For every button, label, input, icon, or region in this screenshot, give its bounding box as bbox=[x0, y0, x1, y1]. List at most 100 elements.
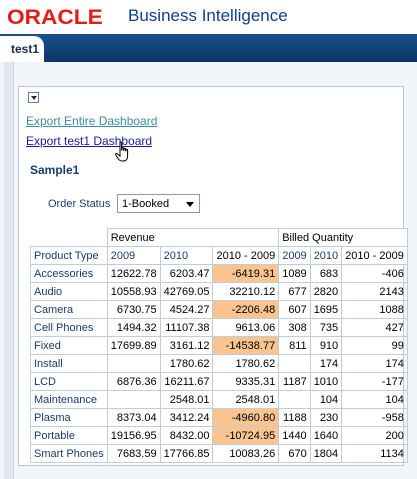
app-header: ORACLE Business Intelligence bbox=[0, 0, 417, 34]
app-title: Business Intelligence bbox=[128, 6, 288, 25]
revenue-cell: 2548.01 bbox=[212, 390, 280, 409]
column-header-row: Product Type 2009 2010 2010 - 2009 2009 … bbox=[30, 246, 408, 265]
revenue-cell: 19156.95 bbox=[106, 426, 161, 445]
revenue-cell: 1494.32 bbox=[106, 318, 161, 337]
revenue-cell: 11107.38 bbox=[159, 318, 214, 337]
quantity-cell: 200 bbox=[341, 426, 408, 445]
view-title: Sample1 bbox=[30, 163, 80, 177]
pivot-table: Revenue Billed Quantity Product Type 200… bbox=[30, 228, 408, 463]
export-entire-dashboard-link[interactable]: Export Entire Dashboard bbox=[26, 114, 157, 128]
revenue-cell: 6203.47 bbox=[159, 264, 214, 283]
quantity-cell: 1440 bbox=[278, 426, 311, 445]
row-label: Cell Phones bbox=[30, 318, 108, 337]
quantity-cell: -406 bbox=[341, 264, 408, 283]
table-row: Camera 6730.75 4524.27 -2206.48 607 1695 1088 bbox=[30, 300, 408, 319]
column-header-quantity-diff: 2010 - 2009 bbox=[341, 246, 408, 265]
revenue-cell: 10558.93 bbox=[106, 282, 161, 301]
revenue-cell: 17766.85 bbox=[159, 444, 214, 463]
measure-header-billed-quantity: Billed Quantity bbox=[278, 228, 408, 247]
tab-test1[interactable]: test1 bbox=[0, 36, 44, 62]
table-row: Fixed 17699.89 3161.12 -14538.77 811 910 99 bbox=[30, 336, 408, 355]
quantity-cell: 1089 bbox=[278, 264, 311, 283]
quantity-cell: 99 bbox=[341, 336, 408, 355]
quantity-cell: 1640 bbox=[309, 426, 343, 445]
revenue-cell: 12622.78 bbox=[106, 264, 161, 283]
revenue-cell: -14538.77 bbox=[212, 336, 280, 355]
tab-label: test1 bbox=[11, 42, 40, 56]
column-header-quantity-2009: 2009 bbox=[278, 246, 311, 265]
measure-header-row: Revenue Billed Quantity bbox=[30, 228, 408, 247]
revenue-cell: 9335.31 bbox=[212, 372, 280, 391]
quantity-cell: 104 bbox=[341, 390, 408, 409]
quantity-cell: 735 bbox=[309, 318, 343, 337]
dashboard-tab-bar: test1 bbox=[0, 34, 417, 62]
column-header-quantity-2010: 2010 bbox=[309, 246, 343, 265]
quantity-cell: 308 bbox=[278, 318, 311, 337]
revenue-cell: 2548.01 bbox=[159, 390, 214, 409]
revenue-cell: 8432.00 bbox=[159, 426, 214, 445]
table-row: Audio 10558.93 42769.05 32210.12 677 2820 2143 bbox=[30, 282, 408, 301]
column-header-revenue-2010: 2010 bbox=[159, 246, 214, 265]
revenue-cell: 32210.12 bbox=[212, 282, 280, 301]
table-row: Portable 19156.95 8432.00 -10724.95 1440 1640… bbox=[30, 426, 408, 445]
corner-cell bbox=[30, 228, 108, 247]
table-row: Accessories 12622.78 6203.47 -6419.31 1089 68… bbox=[30, 264, 408, 283]
quantity-cell: 1010 bbox=[309, 372, 343, 391]
quantity-cell: 670 bbox=[278, 444, 311, 463]
row-label: Install bbox=[30, 354, 108, 373]
revenue-cell: 4524.27 bbox=[159, 300, 214, 319]
quantity-cell bbox=[278, 354, 311, 373]
order-status-select[interactable]: 1-Booked bbox=[117, 194, 200, 213]
quantity-cell: 1695 bbox=[309, 300, 343, 319]
revenue-cell: 10083.26 bbox=[212, 444, 280, 463]
row-label: Smart Phones bbox=[30, 444, 108, 463]
chevron-down-icon[interactable] bbox=[28, 92, 39, 103]
quantity-cell bbox=[278, 390, 311, 409]
quantity-cell: 1134 bbox=[341, 444, 408, 463]
revenue-cell: 16211.67 bbox=[159, 372, 214, 391]
row-label: Plasma bbox=[30, 408, 108, 427]
table-row: Install 1780.62 1780.62 174 174 bbox=[30, 354, 408, 373]
table-row: Plasma 8373.04 3412.24 -4960.80 1188 230 -958 bbox=[30, 408, 408, 427]
quantity-cell: 683 bbox=[309, 264, 343, 283]
order-status-label: Order Status bbox=[48, 198, 111, 210]
quantity-cell: 1188 bbox=[278, 408, 311, 427]
quantity-cell: 2143 bbox=[341, 282, 408, 301]
quantity-cell: 607 bbox=[278, 300, 311, 319]
revenue-cell: 17699.89 bbox=[106, 336, 161, 355]
row-label: Portable bbox=[30, 426, 108, 445]
quantity-cell: 677 bbox=[278, 282, 311, 301]
quantity-cell: 174 bbox=[341, 354, 408, 373]
table-row: LCD 6876.36 16211.67 9335.31 1187 1010 -177 bbox=[30, 372, 408, 391]
left-rail bbox=[4, 62, 14, 479]
quantity-cell: -958 bbox=[341, 408, 408, 427]
revenue-cell: 1780.62 bbox=[212, 354, 280, 373]
row-label: Camera bbox=[30, 300, 108, 319]
quantity-cell: 1088 bbox=[341, 300, 408, 319]
revenue-cell: 42769.05 bbox=[159, 282, 214, 301]
revenue-cell: -6419.31 bbox=[212, 264, 280, 283]
quantity-cell: 1804 bbox=[309, 444, 343, 463]
quantity-cell: 230 bbox=[309, 408, 343, 427]
row-label: Fixed bbox=[30, 336, 108, 355]
quantity-cell: 427 bbox=[341, 318, 408, 337]
row-label: Maintenance bbox=[30, 390, 108, 409]
revenue-cell: -2206.48 bbox=[212, 300, 280, 319]
revenue-cell bbox=[106, 354, 161, 373]
revenue-cell: 6730.75 bbox=[106, 300, 161, 319]
quantity-cell: 104 bbox=[309, 390, 343, 409]
quantity-cell: 910 bbox=[309, 336, 343, 355]
row-label: Audio bbox=[30, 282, 108, 301]
revenue-cell: 9613.06 bbox=[212, 318, 280, 337]
row-label: Accessories bbox=[30, 264, 108, 283]
revenue-cell: 3412.24 bbox=[159, 408, 214, 427]
table-row: Smart Phones 7683.59 17766.85 10083.26 670 18… bbox=[30, 444, 408, 463]
hand-pointer-icon bbox=[115, 141, 129, 162]
revenue-cell: 6876.36 bbox=[106, 372, 161, 391]
row-header-label: Product Type bbox=[30, 246, 108, 265]
pivot-body: Accessories 12622.78 6203.47 -6419.31 1089 68… bbox=[30, 264, 408, 463]
table-row: Maintenance 2548.01 2548.01 104 104 bbox=[30, 390, 408, 409]
row-label: LCD bbox=[30, 372, 108, 391]
revenue-cell: -4960.80 bbox=[212, 408, 280, 427]
revenue-cell: 8373.04 bbox=[106, 408, 161, 427]
